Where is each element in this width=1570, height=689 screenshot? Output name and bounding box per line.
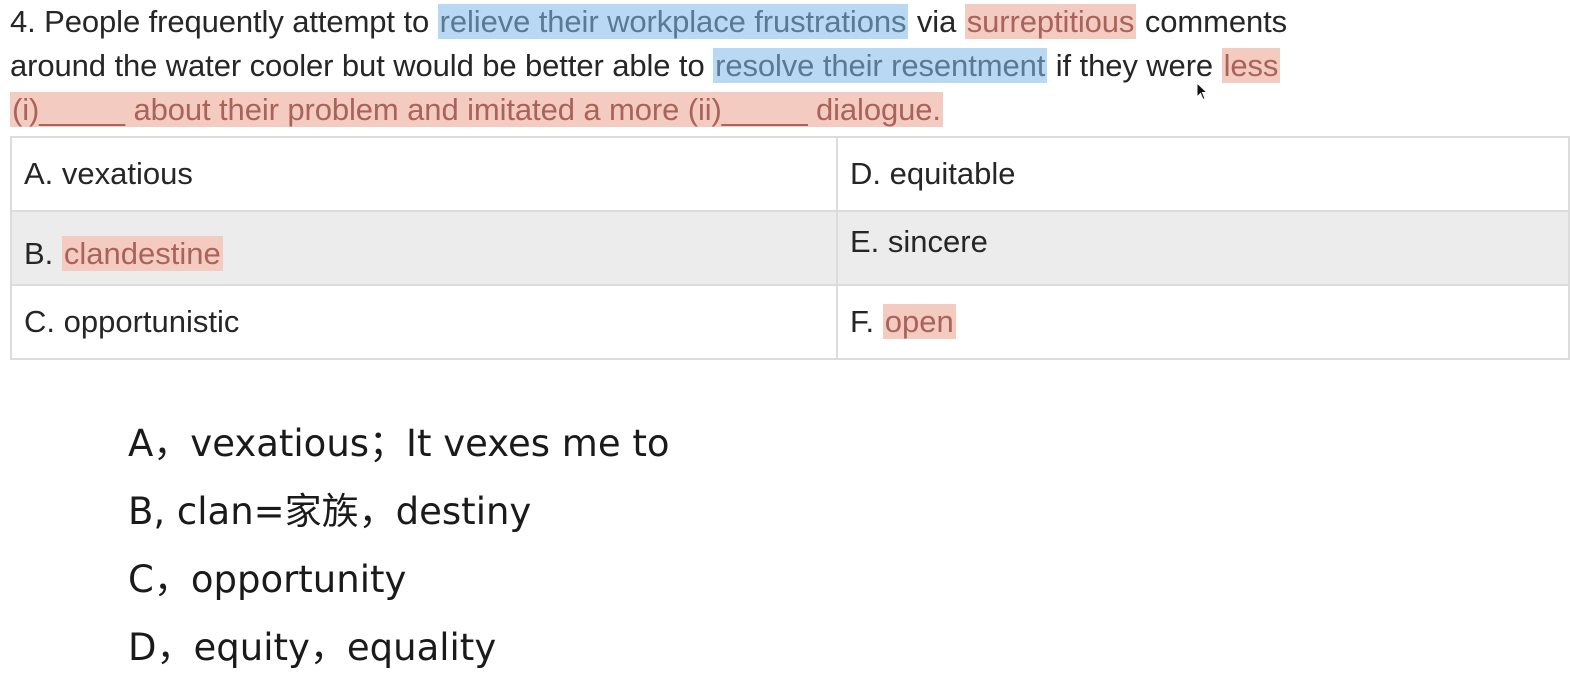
highlight-blanks-clause[interactable]: (i)_____ about their problem and imitate…	[10, 92, 943, 127]
vocabulary-notes: A，vexatious；It vexes me to B, clan=家族，de…	[128, 410, 670, 682]
choice-f-prefix: F.	[850, 304, 883, 339]
question-line-1-mid: via	[908, 4, 965, 39]
highlight-less[interactable]: less	[1221, 48, 1281, 83]
choices-row-1: A. vexatious D. equitable	[10, 136, 1570, 212]
question-line-1: 4. People frequently attempt to relieve …	[10, 0, 1566, 44]
highlight-surreptitious[interactable]: surreptitious	[964, 4, 1137, 39]
question-line-2: around the water cooler but would be bet…	[10, 44, 1566, 88]
question-line-2-prefix: around the water cooler but would be bet…	[10, 48, 714, 83]
highlight-clandestine: clandestine	[61, 236, 223, 271]
choice-e[interactable]: E. sincere	[836, 210, 1570, 286]
note-a: A，vexatious；It vexes me to	[128, 422, 670, 465]
choice-a[interactable]: A. vexatious	[10, 136, 838, 212]
question-text: 4. People frequently attempt to relieve …	[10, 0, 1566, 132]
choice-f[interactable]: F. open	[836, 284, 1570, 360]
choice-d[interactable]: D. equitable	[836, 136, 1570, 212]
note-c: C，opportunity	[128, 558, 407, 601]
choices-row-2: B. clandestine E. sincere	[10, 210, 1570, 286]
question-line-2-mid: if they were	[1047, 48, 1222, 83]
choices-row-3: C. opportunistic F. open	[10, 284, 1570, 360]
question-line-1-suffix: comments	[1136, 4, 1288, 39]
highlight-resolve-resentment[interactable]: resolve their resentment	[713, 48, 1048, 83]
highlight-open: open	[882, 304, 956, 339]
mouse-cursor-icon	[1196, 82, 1209, 101]
answer-choices-table: A. vexatious D. equitable B. clandestine…	[10, 136, 1570, 360]
question-line-1-prefix: 4. People frequently attempt to	[10, 4, 438, 39]
choice-e-text: E. sincere	[850, 224, 988, 259]
choice-b[interactable]: B. clandestine	[10, 210, 838, 286]
choice-b-prefix: B.	[24, 236, 62, 271]
highlight-relieve-frustrations[interactable]: relieve their workplace frustrations	[437, 4, 909, 39]
note-b: B, clan=家族，destiny	[128, 490, 532, 533]
choice-c[interactable]: C. opportunistic	[10, 284, 838, 360]
question-line-3: (i)_____ about their problem and imitate…	[10, 88, 1566, 132]
choice-b-text: B. clandestine	[24, 236, 223, 271]
note-d: D，equity，equality	[128, 626, 497, 669]
